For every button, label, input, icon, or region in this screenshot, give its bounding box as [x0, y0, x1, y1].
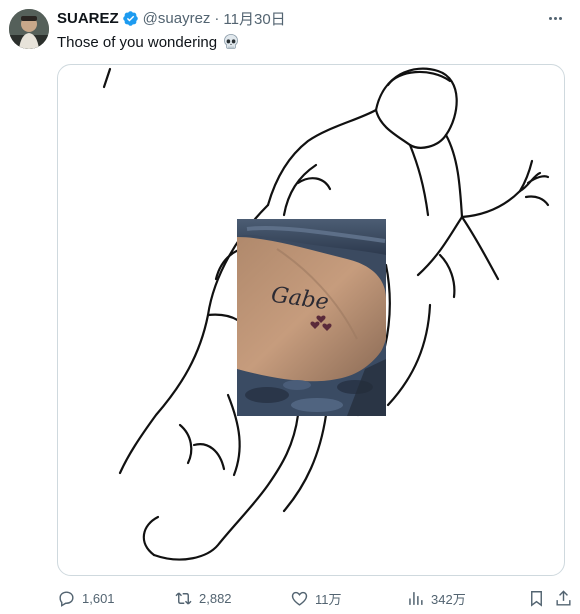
tweet-text: Those of you wondering — [57, 33, 240, 51]
like-icon — [291, 591, 308, 606]
tweet-header: SUAREZ @suayrez · 11月30日 — [57, 8, 286, 28]
tattoo-photo: Gabe — [237, 219, 386, 416]
bookmark-button[interactable] — [527, 587, 546, 609]
retweet-icon — [175, 591, 192, 605]
share-button[interactable] — [554, 587, 573, 609]
tweet-text-content: Those of you wondering — [57, 33, 218, 51]
tweet-media-image[interactable]: Gabe — [57, 64, 565, 576]
retweet-count: 2,882 — [199, 590, 232, 606]
skull-emoji-icon — [222, 33, 240, 51]
like-count: 11万 — [315, 591, 342, 607]
avatar[interactable] — [9, 9, 49, 49]
share-icon — [556, 589, 571, 606]
tweet-actions: 1,601 2,882 11万 342万 — [57, 587, 573, 609]
views-icon — [409, 591, 423, 605]
reply-button[interactable]: 1,601 — [57, 587, 115, 609]
separator: · — [214, 9, 220, 27]
like-button[interactable]: 11万 — [290, 587, 342, 609]
reply-count: 1,601 — [82, 590, 115, 606]
verified-icon — [122, 10, 139, 27]
retweet-button[interactable]: 2,882 — [174, 587, 232, 609]
bookmark-icon — [531, 590, 542, 607]
author-name[interactable]: SUAREZ — [57, 10, 119, 27]
views-button[interactable]: 342万 — [406, 587, 466, 609]
tweet-date[interactable]: 11月30日 — [223, 8, 285, 29]
more-icon[interactable] — [544, 10, 566, 26]
tweet[interactable]: SUAREZ @suayrez · 11月30日 Those of you wo… — [0, 0, 580, 614]
reply-icon — [59, 590, 74, 607]
views-count: 342万 — [431, 591, 466, 607]
author-handle[interactable]: @suayrez — [143, 10, 211, 27]
